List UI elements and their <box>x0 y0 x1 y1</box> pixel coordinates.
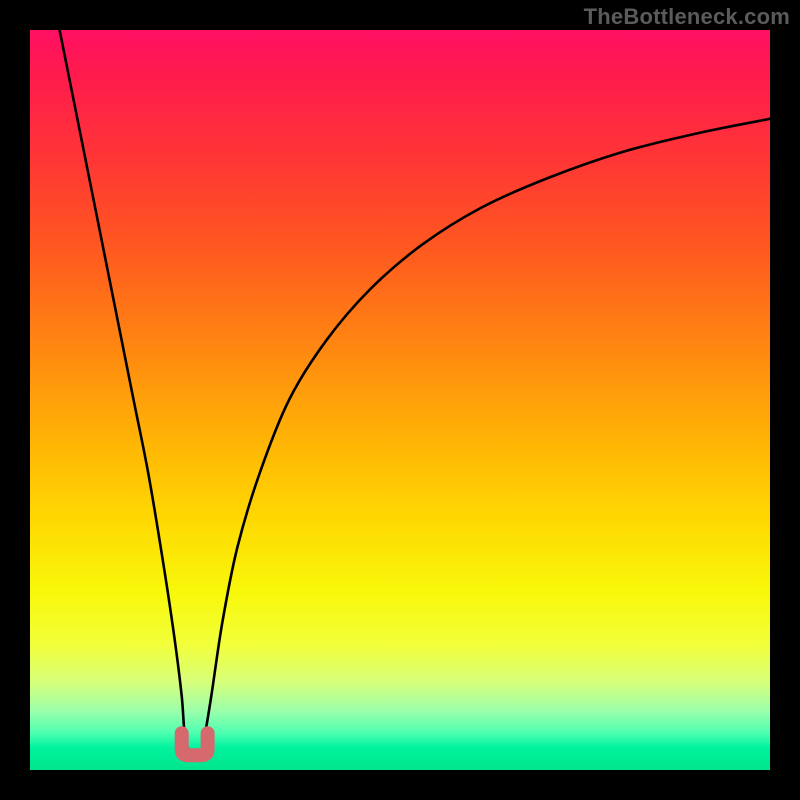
curve-layer <box>30 30 770 770</box>
bottleneck-curve <box>60 30 770 757</box>
plot-area <box>30 30 770 770</box>
chart-frame: TheBottleneck.com <box>0 0 800 800</box>
watermark-text: TheBottleneck.com <box>584 4 790 30</box>
minimum-marker <box>182 733 208 755</box>
